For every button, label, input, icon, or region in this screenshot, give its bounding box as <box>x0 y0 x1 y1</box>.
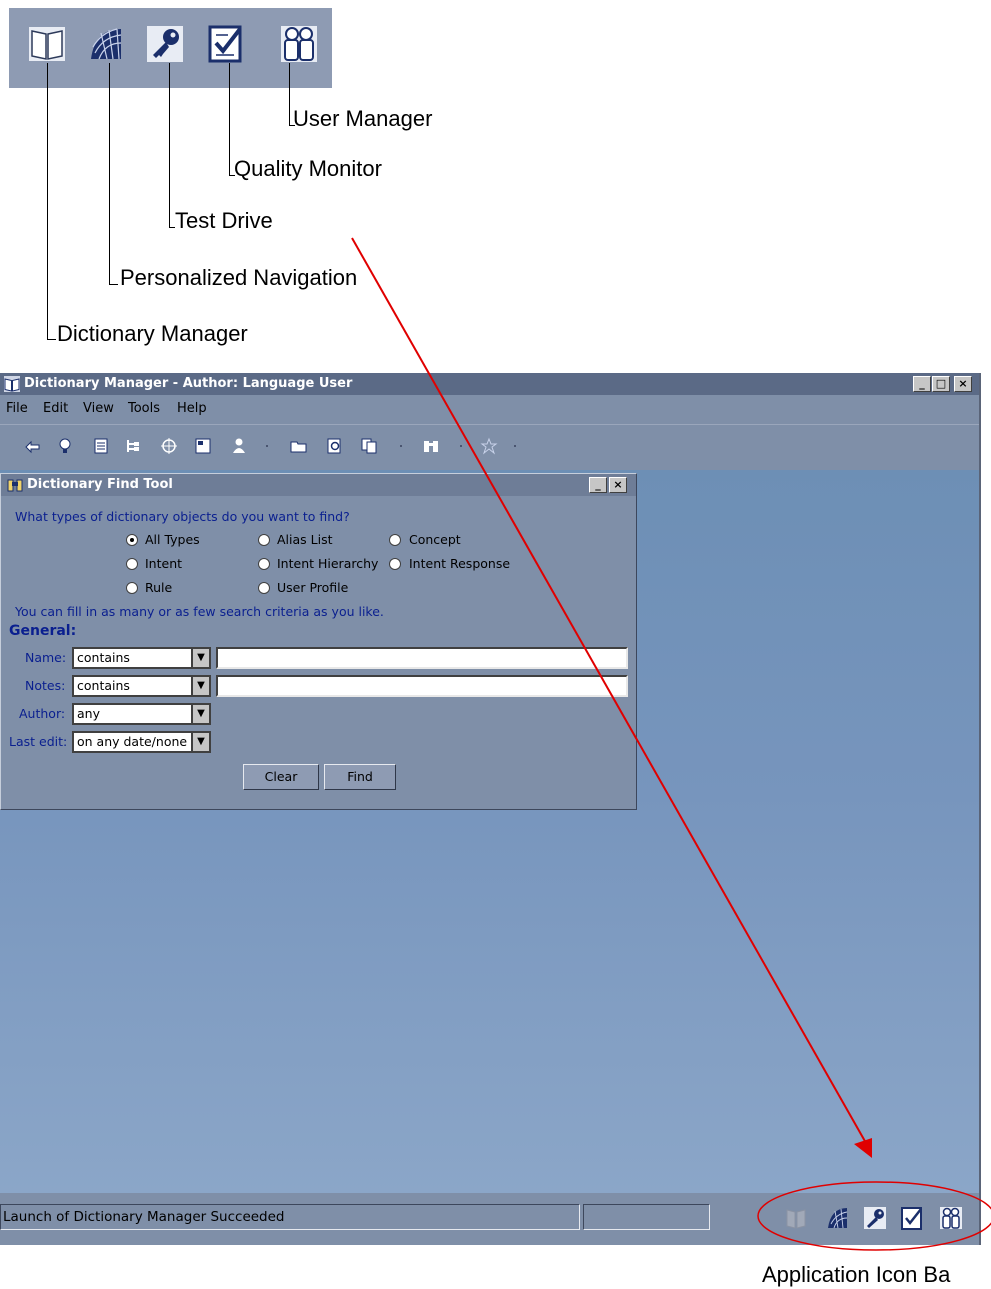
find-question: What types of dictionary objects do you … <box>15 509 350 524</box>
dictionary-manager-window: Dictionary Manager - Author: Language Us… <box>0 373 981 1245</box>
status-bar: Launch of Dictionary Manager Succeeded <box>0 1193 979 1245</box>
section-general: General: <box>9 623 77 639</box>
label-dictionary-manager: Dictionary Manager <box>57 321 248 346</box>
chevron-down-icon[interactable]: ▼ <box>191 647 211 669</box>
callout-line-testdrive <box>169 63 170 228</box>
radio-label-all-types: All Types <box>145 532 200 547</box>
callout-line-quality <box>229 63 230 176</box>
radio-user-profile[interactable] <box>258 582 270 594</box>
bulb-icon[interactable] <box>56 437 74 455</box>
toolbar-separator <box>460 445 462 447</box>
label-user-manager: User Manager <box>293 106 433 131</box>
clear-button[interactable]: Clear <box>243 764 319 790</box>
target-icon[interactable] <box>160 437 178 455</box>
menu-tools[interactable]: Tools <box>128 401 160 416</box>
radio-label-intent: Intent <box>145 556 183 571</box>
radio-label-concept: Concept <box>409 532 461 547</box>
star-network-icon[interactable] <box>480 437 498 455</box>
window-title: Dictionary Manager - Author: Language Us… <box>24 376 353 391</box>
radio-label-alias-list: Alias List <box>277 532 333 547</box>
label-test-drive: Test Drive <box>175 208 273 233</box>
checklist-icon[interactable] <box>208 23 244 65</box>
menu-help[interactable]: Help <box>177 401 207 416</box>
radio-intent-response[interactable] <box>389 558 401 570</box>
book-icon <box>4 376 20 392</box>
list-icon[interactable] <box>92 437 110 455</box>
close-button[interactable]: × <box>954 376 972 392</box>
toolbar <box>0 424 979 467</box>
callout-tick-dictionary <box>47 339 56 340</box>
users-icon[interactable] <box>281 23 317 65</box>
notes-input[interactable] <box>216 675 628 697</box>
radio-label-user-profile: User Profile <box>277 580 349 595</box>
name-operator-select[interactable]: contains <box>72 647 191 669</box>
radio-intent-hierarchy[interactable] <box>258 558 270 570</box>
user-icon[interactable] <box>230 437 248 455</box>
book-icon[interactable] <box>29 23 65 65</box>
label-quality-monitor: Quality Monitor <box>234 156 382 181</box>
menu-view[interactable]: View <box>83 401 114 416</box>
form-icon[interactable] <box>194 437 212 455</box>
window-titlebar[interactable]: Dictionary Manager - Author: Language Us… <box>0 373 979 395</box>
name-label: Name: <box>25 650 67 665</box>
key-icon[interactable] <box>147 23 183 65</box>
radio-alias-list[interactable] <box>258 534 270 546</box>
last-edit-select[interactable]: on any date/none <box>72 731 191 753</box>
radio-label-intent-hierarchy: Intent Hierarchy <box>277 556 379 571</box>
radio-rule[interactable] <box>126 582 138 594</box>
binoculars-icon[interactable] <box>422 437 440 455</box>
status-secondary <box>583 1204 710 1230</box>
book-icon[interactable] <box>785 1205 807 1231</box>
find-close-button[interactable]: × <box>609 477 627 493</box>
search-hint: You can fill in as many or as few search… <box>15 604 384 619</box>
author-label: Author: <box>19 706 66 721</box>
callout-tick-navigation <box>109 284 118 285</box>
copy-icon[interactable] <box>360 437 378 455</box>
toolbar-separator <box>266 445 268 447</box>
toolbar-separator <box>400 445 402 447</box>
find-button[interactable]: Find <box>324 764 396 790</box>
label-application-icon-bar: Application Icon Ba <box>762 1262 951 1287</box>
checklist-icon[interactable] <box>901 1205 923 1231</box>
label-personalized-navigation: Personalized Navigation <box>120 265 358 290</box>
menu-edit[interactable]: Edit <box>43 401 68 416</box>
globe-grid-icon[interactable] <box>87 23 123 65</box>
menu-bar: File Edit View Tools Help <box>0 397 979 421</box>
radio-label-intent-response: Intent Response <box>409 556 511 571</box>
toolbar-separator <box>514 445 516 447</box>
minimize-button[interactable]: _ <box>913 376 931 392</box>
menu-file[interactable]: File <box>6 401 28 416</box>
key-icon[interactable] <box>864 1205 886 1231</box>
radio-intent[interactable] <box>126 558 138 570</box>
dictionary-find-tool: Dictionary Find Tool _ × What types of d… <box>0 473 637 810</box>
open-folder-icon[interactable] <box>290 437 308 455</box>
application-icon-strip <box>9 8 332 88</box>
back-icon[interactable] <box>24 437 42 455</box>
callout-line-user <box>289 63 290 126</box>
notes-operator-select[interactable]: contains <box>72 675 191 697</box>
radio-concept[interactable] <box>389 534 401 546</box>
name-input[interactable] <box>216 647 628 669</box>
radio-all-types[interactable] <box>126 534 138 546</box>
search-doc-icon[interactable] <box>326 437 344 455</box>
globe-grid-icon[interactable] <box>826 1205 848 1231</box>
author-select[interactable]: any <box>72 703 191 725</box>
chevron-down-icon[interactable]: ▼ <box>191 675 211 697</box>
callout-line-dictionary <box>47 63 48 340</box>
callout-line-navigation <box>109 63 110 285</box>
users-icon[interactable] <box>940 1205 962 1231</box>
chevron-down-icon[interactable]: ▼ <box>191 731 211 753</box>
status-message: Launch of Dictionary Manager Succeeded <box>0 1204 580 1230</box>
find-minimize-button[interactable]: _ <box>589 477 607 493</box>
notes-label: Notes: <box>25 678 66 693</box>
tree-icon[interactable] <box>124 437 142 455</box>
find-tool-titlebar[interactable]: Dictionary Find Tool _ × <box>1 474 636 496</box>
binoculars-icon <box>7 479 23 492</box>
maximize-button[interactable]: □ <box>932 376 950 392</box>
last-edit-label: Last edit: <box>9 734 68 749</box>
chevron-down-icon[interactable]: ▼ <box>191 703 211 725</box>
find-tool-title: Dictionary Find Tool <box>27 477 173 492</box>
radio-label-rule: Rule <box>145 580 173 595</box>
